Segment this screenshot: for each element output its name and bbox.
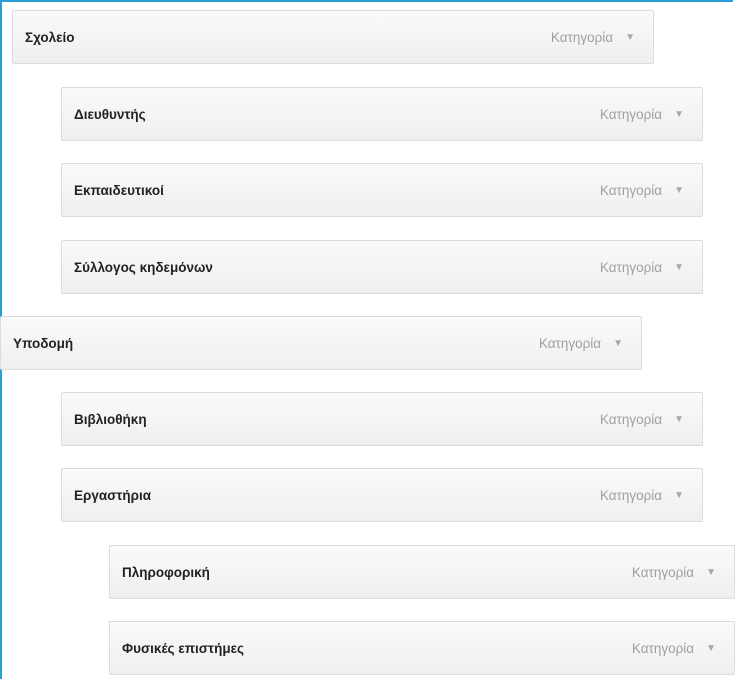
menu-item-title: Βιβλιοθήκη xyxy=(74,411,147,427)
menu-item-controls: Κατηγορία ▼ xyxy=(600,107,684,122)
triangle-down-icon[interactable]: ▼ xyxy=(623,32,635,43)
menu-structure-panel: Σχολείο Κατηγορία ▼ Διευθυντής Κατηγορία… xyxy=(0,0,735,679)
triangle-down-icon[interactable]: ▼ xyxy=(672,490,684,501)
menu-item-controls: Κατηγορία ▼ xyxy=(600,260,684,275)
menu-item-scholeio[interactable]: Σχολείο Κατηγορία ▼ xyxy=(12,10,654,64)
triangle-down-icon[interactable]: ▼ xyxy=(672,185,684,196)
triangle-down-icon[interactable]: ▼ xyxy=(672,414,684,425)
menu-item-controls: Κατηγορία ▼ xyxy=(539,336,623,351)
menu-item-dieuthyntis[interactable]: Διευθυντής Κατηγορία ▼ xyxy=(61,87,703,141)
menu-item-title: Πληροφορική xyxy=(122,564,210,580)
menu-item-type: Κατηγορία xyxy=(599,411,663,427)
menu-item-vivliothiki[interactable]: Βιβλιοθήκη Κατηγορία ▼ xyxy=(61,392,703,446)
menu-item-title: Σχολείο xyxy=(25,29,75,45)
menu-item-pliroforiki[interactable]: Πληροφορική Κατηγορία ▼ xyxy=(109,545,735,599)
menu-item-title: Υποδομή xyxy=(13,335,74,351)
menu-item-controls: Κατηγορία ▼ xyxy=(632,641,716,656)
menu-item-type: Κατηγορία xyxy=(550,29,614,45)
menu-item-type: Κατηγορία xyxy=(599,182,663,198)
menu-item-controls: Κατηγορία ▼ xyxy=(600,183,684,198)
menu-item-title: Εργαστήρια xyxy=(74,487,152,503)
menu-item-ypodomi[interactable]: Υποδομή Κατηγορία ▼ xyxy=(0,316,642,370)
triangle-down-icon[interactable]: ▼ xyxy=(611,338,623,349)
menu-item-fysikes-epistimes[interactable]: Φυσικές επιστήμες Κατηγορία ▼ xyxy=(109,621,735,675)
menu-item-syllogos-kidemonon[interactable]: Σύλλογος κηδεμόνων Κατηγορία ▼ xyxy=(61,240,703,294)
menu-item-type: Κατηγορία xyxy=(631,564,695,580)
menu-item-type: Κατηγορία xyxy=(599,259,663,275)
menu-item-controls: Κατηγορία ▼ xyxy=(632,565,716,580)
menu-item-ergastiria[interactable]: Εργαστήρια Κατηγορία ▼ xyxy=(61,468,703,522)
menu-item-controls: Κατηγορία ▼ xyxy=(600,488,684,503)
triangle-down-icon[interactable]: ▼ xyxy=(672,109,684,120)
menu-item-type: Κατηγορία xyxy=(599,106,663,122)
menu-item-title: Εκπαιδευτικοί xyxy=(74,182,164,198)
menu-item-type: Κατηγορία xyxy=(538,335,602,351)
menu-item-type: Κατηγορία xyxy=(599,487,663,503)
menu-item-title: Διευθυντής xyxy=(74,106,146,122)
triangle-down-icon[interactable]: ▼ xyxy=(704,567,716,578)
menu-item-controls: Κατηγορία ▼ xyxy=(600,412,684,427)
triangle-down-icon[interactable]: ▼ xyxy=(672,262,684,273)
menu-item-title: Φυσικές επιστήμες xyxy=(122,640,245,656)
menu-item-controls: Κατηγορία ▼ xyxy=(551,30,635,45)
menu-item-type: Κατηγορία xyxy=(631,640,695,656)
menu-item-title: Σύλλογος κηδεμόνων xyxy=(74,259,213,275)
triangle-down-icon[interactable]: ▼ xyxy=(704,643,716,654)
menu-item-ekpaideutikoi[interactable]: Εκπαιδευτικοί Κατηγορία ▼ xyxy=(61,163,703,217)
